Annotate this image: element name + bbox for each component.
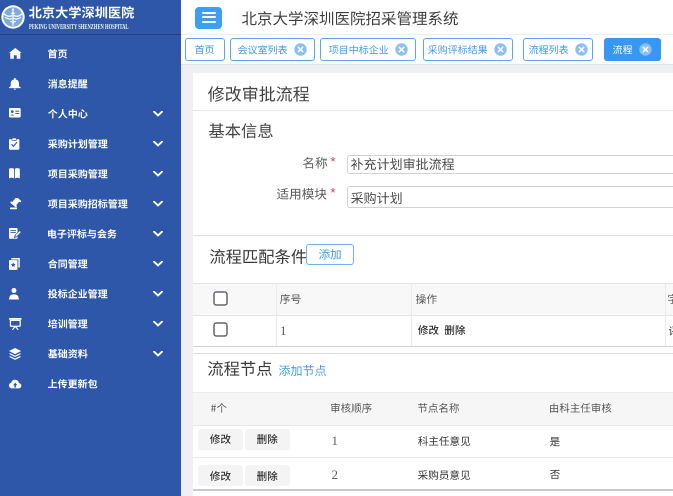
svg-text:PEKING UNIVERSITY SHENZHEN HOS: PEKING UNIVERSITY SHENZHEN HOSPITAL xyxy=(29,22,129,31)
